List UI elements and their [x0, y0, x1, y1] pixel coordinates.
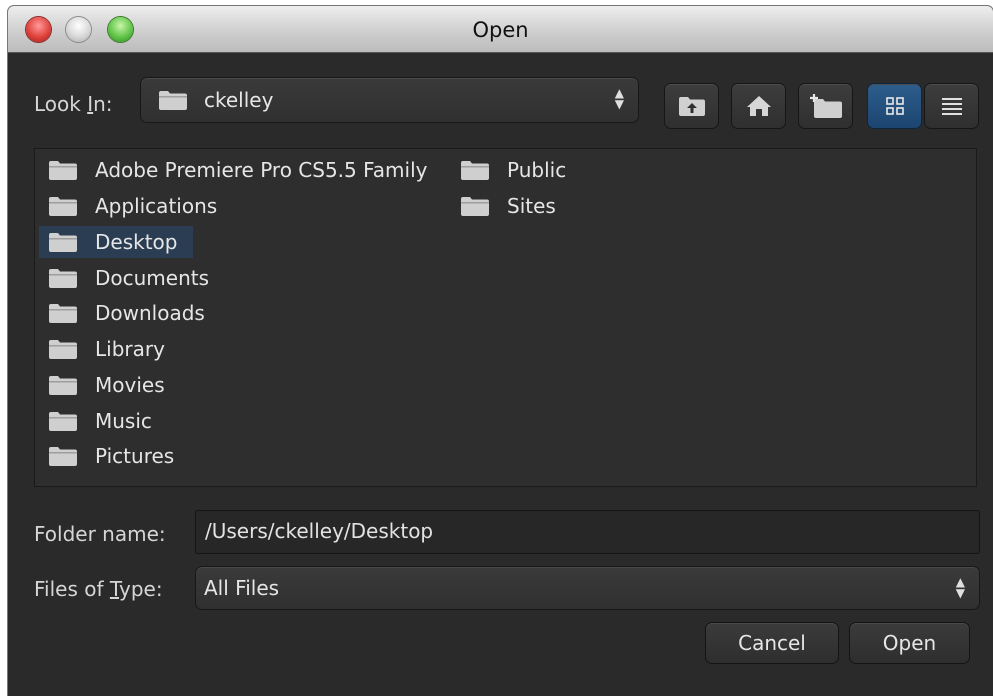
- list-view-button[interactable]: [867, 83, 922, 129]
- cancel-button[interactable]: Cancel: [705, 622, 839, 664]
- list-item[interactable]: Adobe Premiere Pro CS5.5 Family: [35, 154, 427, 186]
- title-bar[interactable]: Open: [8, 6, 993, 53]
- folder-name-label: Folder name:: [34, 522, 166, 546]
- look-in-value: ckelley: [204, 88, 274, 112]
- list-item-label: Adobe Premiere Pro CS5.5 Family: [95, 158, 428, 182]
- updown-arrows-icon: ▲ ▼: [614, 86, 624, 111]
- list-item[interactable]: Pictures: [35, 440, 174, 472]
- folder-icon: [48, 410, 78, 432]
- files-of-type-dropdown[interactable]: All Files ▲ ▼: [195, 566, 980, 610]
- list-item-label: Library: [95, 337, 165, 361]
- look-in-label: Look In:: [34, 92, 113, 116]
- list-item-label: Music: [95, 409, 152, 433]
- window-title: Open: [472, 18, 529, 42]
- list-item-label: Desktop: [95, 230, 178, 254]
- folder-name-field[interactable]: /Users/ckelley/Desktop: [195, 510, 980, 554]
- folder-icon: [48, 231, 78, 253]
- list-item-selected[interactable]: Desktop: [39, 226, 193, 258]
- list-item[interactable]: Downloads: [35, 297, 205, 329]
- details-view-button[interactable]: [924, 83, 979, 129]
- home-button[interactable]: [731, 83, 786, 129]
- updown-arrows-icon: ▲ ▼: [955, 575, 965, 600]
- list-item-label: Downloads: [95, 301, 205, 325]
- list-item[interactable]: Documents: [35, 262, 209, 294]
- list-item-label: Public: [507, 158, 567, 182]
- folder-name-value: /Users/ckelley/Desktop: [205, 519, 434, 543]
- folder-icon: [460, 159, 490, 181]
- folder-up-icon: [678, 97, 705, 116]
- list-icon: [941, 98, 962, 115]
- list-item-label: Pictures: [95, 444, 175, 468]
- new-folder-icon: [809, 94, 842, 118]
- open-button[interactable]: Open: [849, 622, 970, 664]
- folder-icon: [48, 374, 78, 396]
- list-item-label: Applications: [95, 194, 218, 218]
- list-item[interactable]: Applications: [35, 190, 217, 222]
- folder-icon: [48, 267, 78, 289]
- list-item[interactable]: Sites: [447, 190, 556, 222]
- list-item-label: Documents: [95, 266, 210, 290]
- folder-icon: [48, 195, 78, 217]
- new-folder-button[interactable]: [798, 83, 853, 129]
- file-list[interactable]: Adobe Premiere Pro CS5.5 Family Applicat…: [34, 148, 977, 487]
- list-item-label: Movies: [95, 373, 165, 397]
- home-icon: [746, 96, 771, 116]
- look-in-dropdown[interactable]: ckelley ▲ ▼: [140, 77, 639, 123]
- folder-icon: [48, 159, 78, 181]
- folder-icon: [48, 338, 78, 360]
- folder-icon: [48, 302, 78, 324]
- folder-icon: [48, 445, 78, 467]
- list-item[interactable]: Music: [35, 405, 152, 437]
- grid-icon: [885, 97, 904, 115]
- list-item[interactable]: Library: [35, 333, 165, 365]
- list-item[interactable]: Movies: [35, 369, 165, 401]
- folder-icon: [158, 89, 188, 111]
- up-one-level-button[interactable]: [664, 83, 719, 129]
- files-of-type-value: All Files: [204, 576, 280, 600]
- open-dialog: Open Look In: ckelley ▲ ▼ Adobe Premiere…: [8, 6, 993, 696]
- list-item-label: Sites: [507, 194, 556, 218]
- files-of-type-label: Files of Type:: [34, 577, 163, 601]
- folder-icon: [460, 195, 490, 217]
- list-item[interactable]: Public: [447, 154, 566, 186]
